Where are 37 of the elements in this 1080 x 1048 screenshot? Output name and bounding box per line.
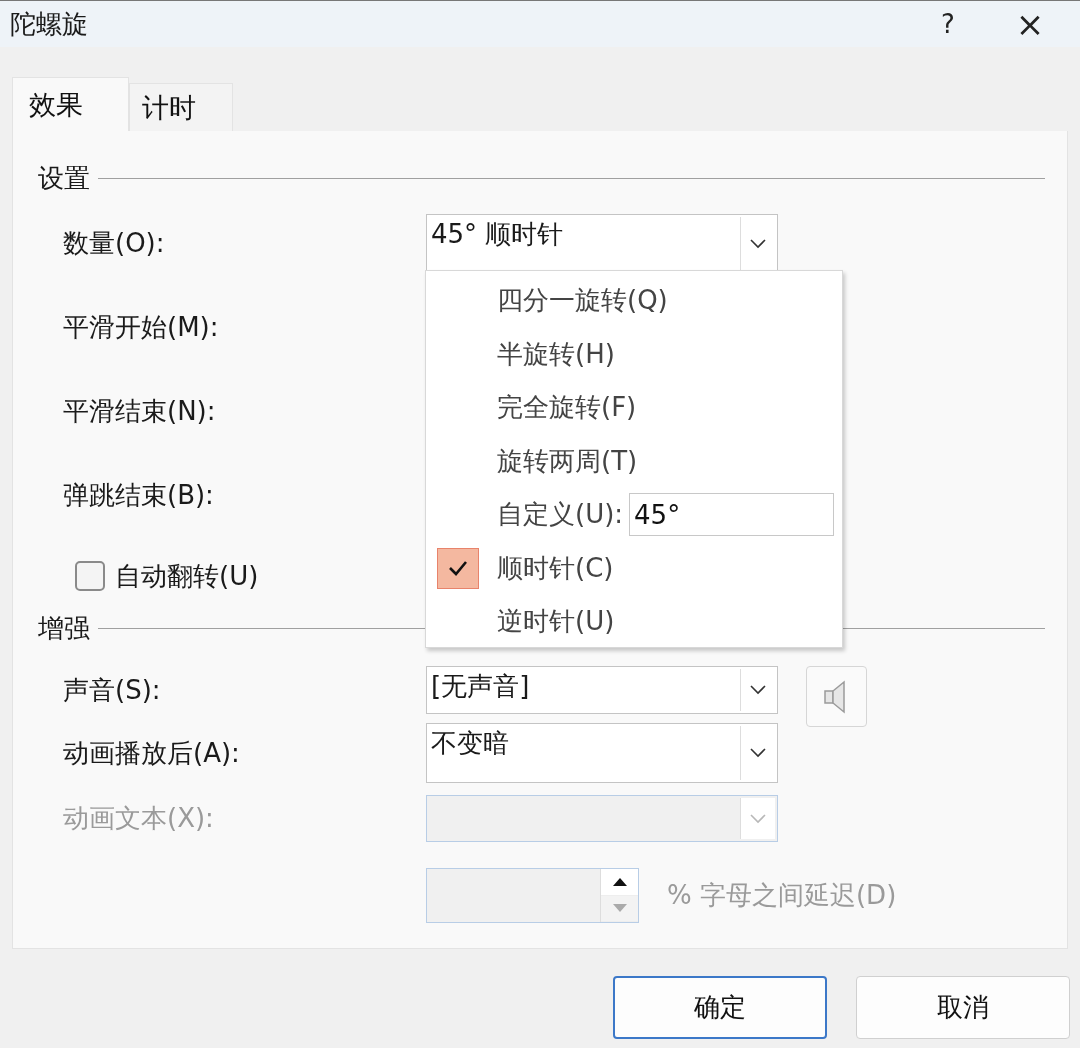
chevron-down-icon: [750, 813, 766, 824]
tab[interactable]: 效果: [12, 77, 129, 131]
checkbox-label: 自动翻转(U): [115, 559, 259, 593]
field-label: 数量(O):: [63, 227, 166, 260]
menu-item[interactable]: 完全旋转(F): [497, 390, 637, 426]
menu-item[interactable]: 四分一旋转(Q): [497, 283, 668, 319]
triangle-up-icon: [612, 877, 627, 886]
checkbox[interactable]: [75, 561, 105, 591]
tab[interactable]: 计时: [129, 83, 233, 131]
field-label: 平滑开始(M):: [63, 311, 220, 344]
chevron-down-icon: [750, 238, 766, 249]
field-label: 动画文本(X):: [63, 802, 215, 835]
help-button[interactable]: ?: [918, 9, 978, 39]
angle-input[interactable]: 45°: [629, 493, 835, 537]
cancel-button[interactable]: 取消: [856, 976, 1070, 1039]
triangle-down-icon: [612, 904, 627, 913]
menu-item[interactable]: 逆时针(U): [497, 604, 615, 640]
menu-item[interactable]: 顺时针(C): [497, 550, 614, 586]
field-label: 自定义(U):: [497, 498, 624, 532]
dropdown[interactable]: 不变暗: [426, 723, 778, 783]
chevron-down-icon: [750, 685, 766, 695]
menu-item[interactable]: 旋转两周(T): [497, 443, 638, 479]
ok-button[interactable]: 确定: [613, 976, 827, 1039]
window-title: 陀螺旋: [10, 7, 89, 41]
menu-item[interactable]: 半旋转(H): [497, 336, 615, 372]
speaker-button[interactable]: [806, 666, 867, 727]
field-label: 平滑结束(N):: [63, 395, 217, 428]
field-label: 弹跳结束(B):: [63, 479, 215, 512]
dropdown[interactable]: [无声音]: [426, 666, 778, 714]
close-button[interactable]: ×: [1000, 4, 1060, 44]
group-heading: 增强: [38, 611, 90, 645]
amount-dropdown[interactable]: 45° 顺时针: [426, 214, 778, 273]
group-heading: 设置: [38, 161, 90, 195]
field-label: 动画播放后(A):: [63, 736, 241, 770]
field-label: % 字母之间延迟(D): [667, 879, 897, 912]
chevron-down-icon: [750, 748, 766, 758]
field-label: 声音(S):: [63, 673, 162, 707]
